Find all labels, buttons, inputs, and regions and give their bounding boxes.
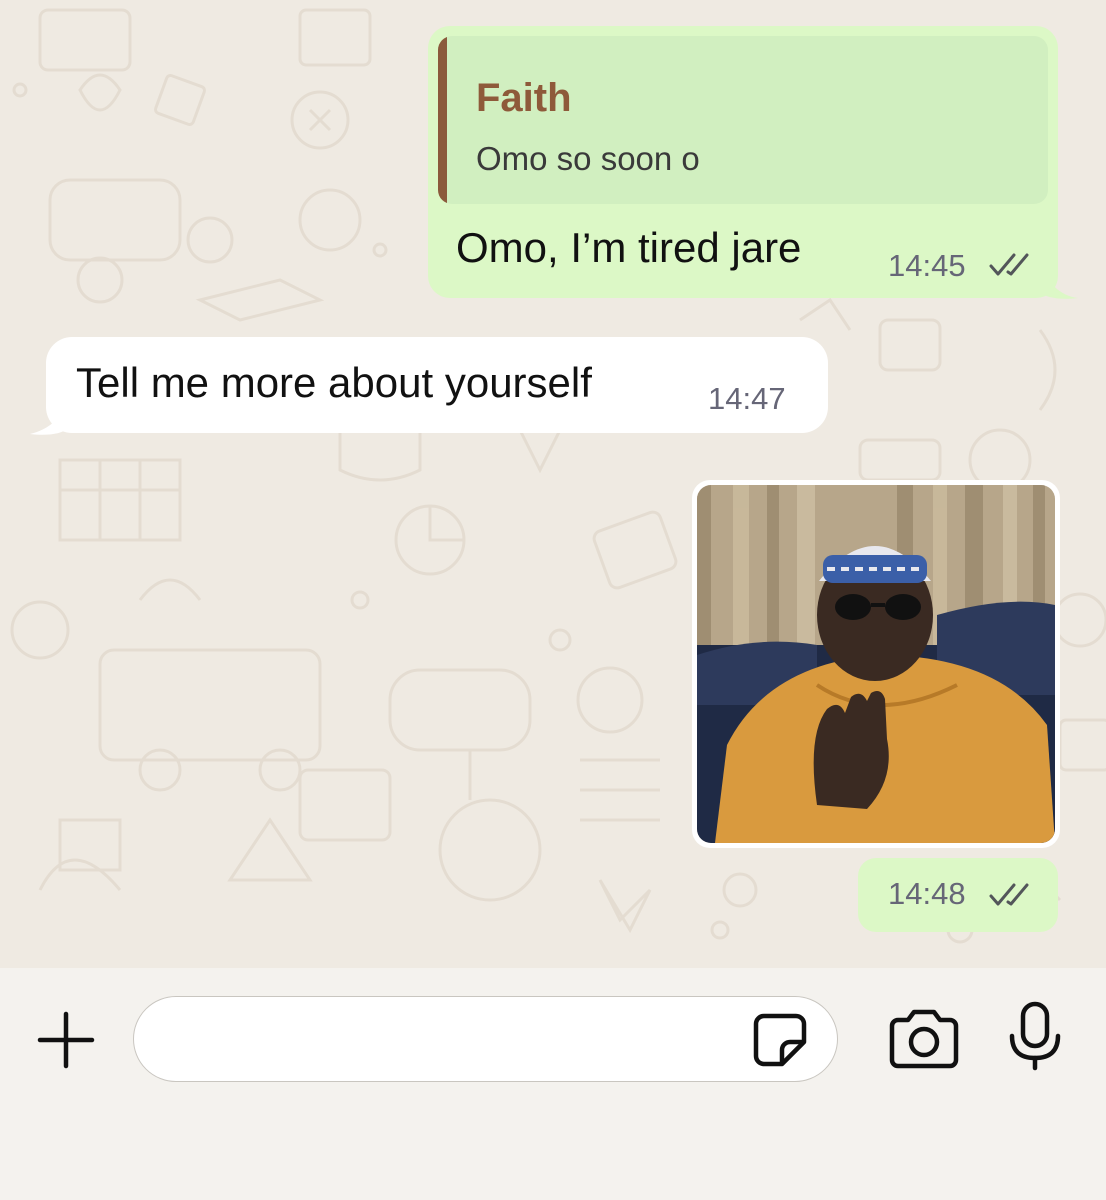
camera-icon[interactable] <box>886 1004 962 1074</box>
quoted-author-name: Faith <box>476 76 572 120</box>
bubble-tail <box>1040 262 1078 299</box>
incoming-message-bubble[interactable]: Tell me more about yourself 14:47 <box>46 337 828 433</box>
double-check-icon <box>989 253 1029 276</box>
message-text: Omo, I’m tired jare <box>456 224 802 271</box>
quoted-reply[interactable]: Faith Omo so soon o <box>438 36 1048 204</box>
gif-image[interactable] <box>697 485 1055 843</box>
quote-accent-bar <box>438 36 447 204</box>
sticker-icon[interactable] <box>750 1010 810 1070</box>
microphone-icon[interactable] <box>1004 1000 1066 1072</box>
quoted-message-text: Omo so soon o <box>476 140 700 177</box>
double-check-icon <box>989 883 1029 906</box>
message-time: 14:47 <box>708 381 786 416</box>
image-time-badge: 14:48 <box>858 858 1058 932</box>
message-time: 14:45 <box>888 248 966 283</box>
message-text: Tell me more about yourself <box>76 359 592 406</box>
bubble-tail <box>30 400 68 435</box>
message-time: 14:48 <box>888 876 966 911</box>
message-input[interactable] <box>133 996 838 1082</box>
gif-image-illustration <box>697 485 1055 843</box>
chat-area[interactable]: Faith Omo so soon o Omo, I’m tired jare … <box>0 0 1106 968</box>
outgoing-message-bubble[interactable]: Faith Omo so soon o Omo, I’m tired jare … <box>428 26 1058 298</box>
outgoing-image-message[interactable] <box>692 480 1060 848</box>
plus-icon[interactable] <box>32 1006 100 1074</box>
